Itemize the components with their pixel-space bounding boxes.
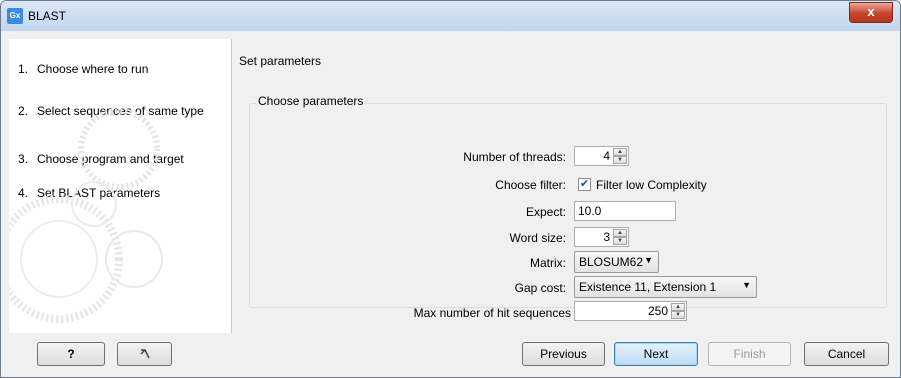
matrix-value: BLOSUM62 (579, 255, 644, 269)
dialog-body: 1. Choose where to run 2. Select sequenc… (9, 39, 892, 333)
word-size-label: Word size: (509, 231, 566, 245)
max-hits-spinner[interactable]: 250 ▲ ▼ (574, 301, 687, 321)
filter-checkbox[interactable]: ✔ (578, 178, 591, 191)
help-button[interactable]: ? (37, 342, 105, 366)
word-size-spinner[interactable]: 3 ▲ ▼ (574, 227, 629, 247)
spin-down-icon[interactable]: ▼ (671, 311, 685, 319)
gap-cost-value: Existence 11, Extension 1 (579, 280, 717, 294)
close-icon: x (867, 4, 875, 19)
parameters-group-box (249, 103, 887, 308)
parameters-panel: Set parameters Choose parameters Number … (232, 39, 892, 333)
group-title: Choose parameters (256, 94, 366, 108)
threads-value: 4 (603, 149, 610, 163)
app-icon: Gx (7, 8, 23, 24)
spin-down-icon[interactable]: ▼ (613, 156, 627, 164)
finish-button[interactable]: Finish (708, 342, 791, 366)
matrix-label: Matrix: (530, 256, 566, 270)
filter-checkbox-label[interactable]: Filter low Complexity (596, 178, 707, 192)
spin-down-icon[interactable]: ▼ (613, 237, 627, 245)
dna-watermark-icon (9, 109, 163, 323)
title-bar[interactable]: Gx BLAST x (1, 1, 900, 31)
checkmark-icon: ✔ (579, 178, 590, 190)
close-button[interactable]: x (849, 2, 893, 23)
gap-cost-label: Gap cost: (514, 281, 566, 295)
word-size-value: 3 (603, 230, 610, 244)
max-hits-value: 250 (647, 304, 668, 318)
reset-arrow-icon (139, 349, 150, 359)
expect-label: Expect: (525, 205, 566, 219)
threads-spinner[interactable]: 4 ▲ ▼ (574, 146, 629, 166)
wizard-steps-panel: 1. Choose where to run 2. Select sequenc… (9, 39, 232, 333)
page-heading: Set parameters (239, 54, 322, 68)
chevron-down-icon: ▼ (742, 280, 751, 290)
spin-up-icon[interactable]: ▲ (613, 229, 627, 237)
gap-cost-dropdown[interactable]: Existence 11, Extension 1 ▼ (574, 276, 757, 298)
cancel-button[interactable]: Cancel (804, 342, 889, 366)
expect-input[interactable]: 10.0 (574, 201, 676, 221)
blast-dialog: Gx BLAST x 1. Choose where to run 2. Sel… (0, 0, 901, 378)
window-title: BLAST (28, 9, 67, 23)
reset-button[interactable] (117, 342, 172, 366)
help-icon: ? (67, 347, 75, 361)
next-button[interactable]: Next (614, 342, 698, 366)
step-number: 1. (18, 62, 29, 76)
chevron-down-icon: ▼ (644, 255, 653, 265)
max-hits-label: Max number of hit sequences (413, 306, 571, 320)
matrix-dropdown[interactable]: BLOSUM62 ▼ (574, 251, 659, 273)
filter-label: Choose filter: (495, 178, 566, 192)
previous-button[interactable]: Previous (522, 342, 605, 366)
spin-up-icon[interactable]: ▲ (671, 303, 685, 311)
threads-label: Number of threads: (463, 150, 566, 164)
spin-up-icon[interactable]: ▲ (613, 148, 627, 156)
step-label: Choose where to run (37, 62, 149, 76)
